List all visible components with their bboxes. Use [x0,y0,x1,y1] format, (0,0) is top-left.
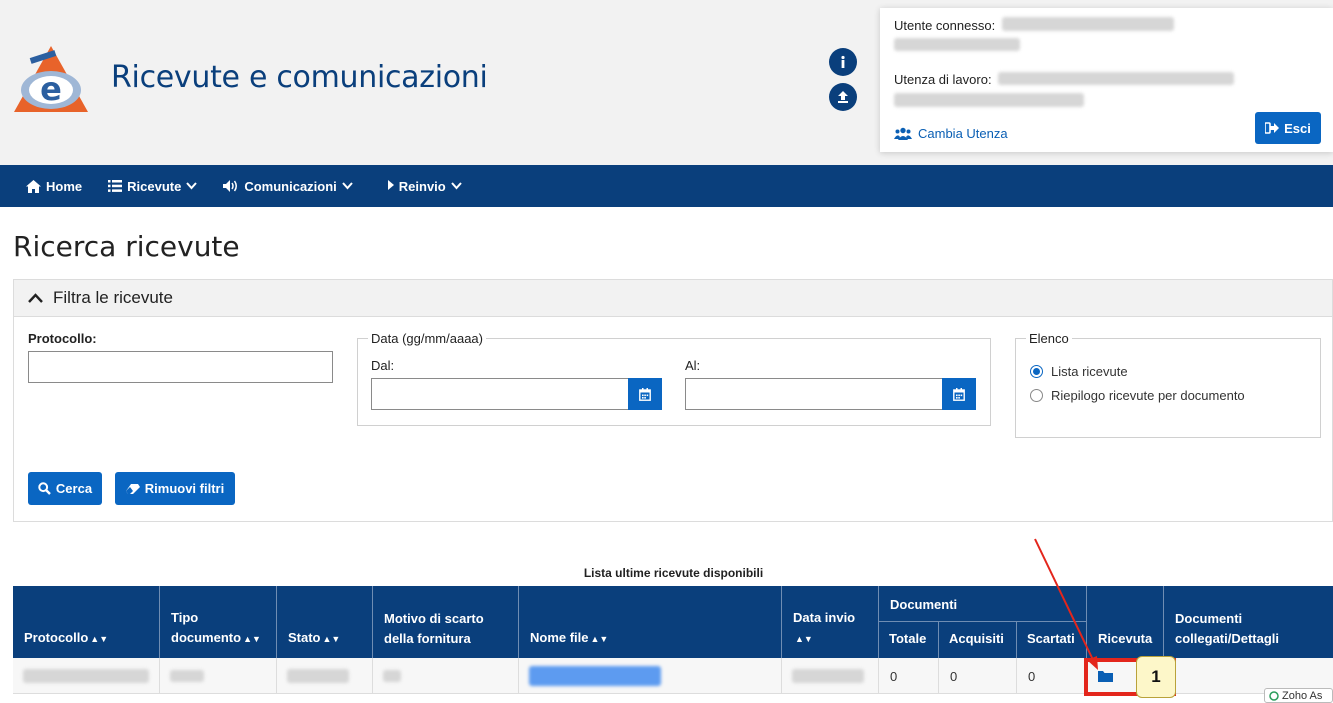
zoho-icon [1269,690,1279,701]
annotation-badge: 1 [1136,656,1176,698]
annotation-arrow [1034,538,1098,670]
zoho-widget[interactable]: Zoho As [1264,688,1333,703]
